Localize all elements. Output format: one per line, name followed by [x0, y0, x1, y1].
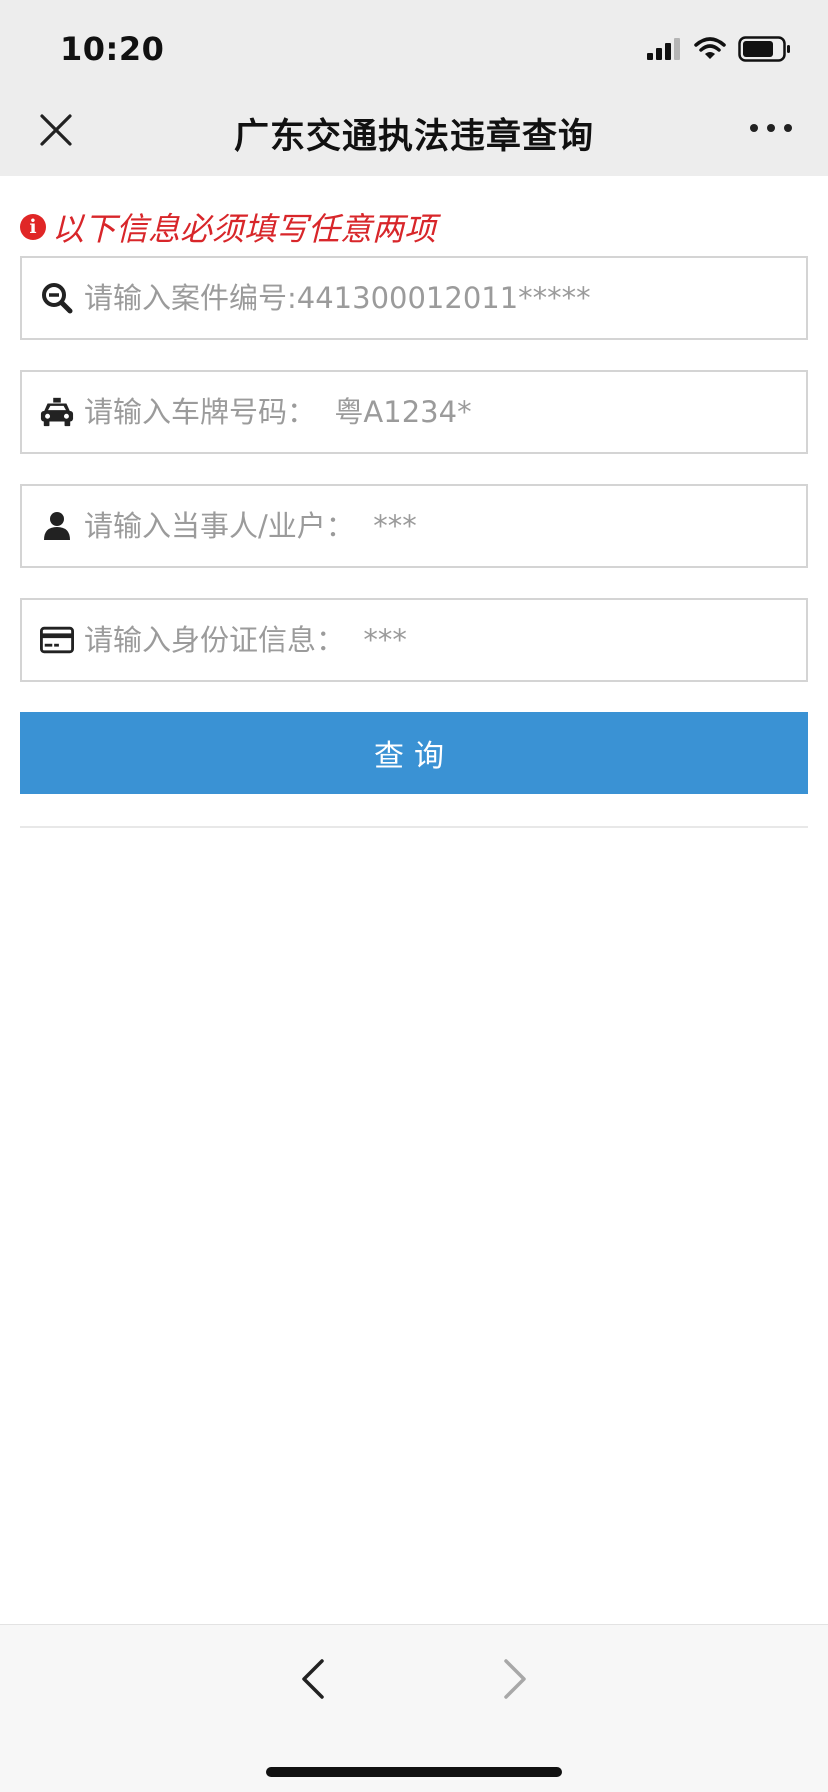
bottom-toolbar [0, 1624, 828, 1792]
user-icon [40, 509, 74, 543]
status-time: 10:20 [60, 30, 165, 68]
battery-icon [738, 36, 790, 62]
chevron-right-icon[interactable] [500, 1657, 530, 1701]
notice-text: 以下信息必须填写任意两项 [52, 210, 437, 248]
id-card-field[interactable] [20, 598, 808, 682]
top-bar: 10:20 广东交通执法违章查询 [0, 0, 828, 176]
wifi-icon [694, 37, 726, 59]
info-circle-icon: i [20, 214, 46, 240]
required-notice: i 以下信息必须填写任意两项 [20, 204, 436, 250]
car-icon [40, 395, 74, 429]
more-options-icon[interactable] [750, 124, 792, 132]
more-dot [750, 124, 758, 132]
status-icons [646, 36, 792, 62]
party-name-input[interactable] [84, 496, 784, 556]
page-title: 广东交通执法违章查询 [233, 117, 594, 157]
credit-card-icon [40, 623, 74, 657]
search-button[interactable]: 查询 [20, 712, 808, 794]
search-minus-icon [40, 281, 74, 315]
case-number-field[interactable] [20, 256, 808, 340]
more-dot [767, 124, 775, 132]
case-number-input[interactable] [84, 268, 784, 328]
divider [20, 826, 808, 828]
plate-number-field[interactable] [20, 370, 808, 454]
more-dot [784, 124, 792, 132]
plate-number-input[interactable] [84, 382, 784, 442]
party-name-field[interactable] [20, 484, 808, 568]
id-card-input[interactable] [84, 610, 784, 670]
home-indicator[interactable] [266, 1767, 562, 1777]
chevron-left-icon[interactable] [298, 1657, 328, 1701]
cellular-signal-icon [647, 38, 680, 60]
